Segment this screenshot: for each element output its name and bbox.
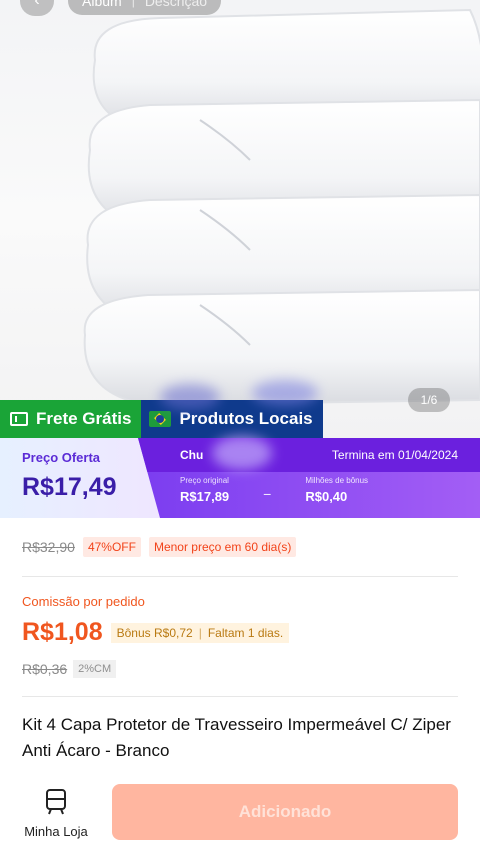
store-icon — [46, 789, 66, 815]
back-button[interactable]: ‹ — [20, 0, 54, 16]
bonus-label: Milhões de bônus — [305, 476, 369, 485]
original-price-col: Preço original R$17,89 — [180, 476, 229, 504]
tab-description[interactable]: Descrição — [145, 0, 207, 9]
commission-value: R$1,08 — [22, 618, 103, 646]
my-store-label: Minha Loja — [24, 824, 88, 839]
offer-price-label: Preço Oferta — [22, 450, 101, 465]
blur-overlay — [252, 380, 318, 406]
brazil-flag-icon — [149, 411, 172, 427]
list-price-row: R$32,90 47%OFF Menor preço em 60 dia(s) — [22, 537, 297, 557]
promo-end-date: Termina em 01/04/2024 — [331, 448, 458, 462]
product-badges: Frete Grátis Produtos Locais — [0, 400, 323, 438]
promo-breakdown: Preço original R$17,89 − Milhões de bônu… — [180, 476, 470, 504]
shipping-icon — [10, 412, 28, 426]
free-shipping-badge: Frete Grátis — [0, 400, 142, 438]
list-price: R$32,90 — [22, 539, 75, 555]
bonus-col: Milhões de bônus R$0,40 — [305, 476, 368, 504]
old-commission: R$0,36 — [22, 661, 68, 677]
product-title: Kit 4 Capa Protetor de Travesseiro Imper… — [22, 715, 451, 760]
divider — [22, 576, 458, 577]
commission-row: R$1,08 Bônus R$0,72 | Faltam 1 dias. — [22, 618, 290, 647]
product-image[interactable]: ‹ Álbum | Descrição 1/6 — [0, 0, 480, 438]
bottom-action-bar: Minha Loja Adicionado — [0, 780, 480, 848]
promo-header: Chu Termina em 01/04/2024 — [138, 438, 480, 472]
commission-bonus-badge: Bônus R$0,72 | Faltam 1 dias. — [110, 622, 290, 643]
free-shipping-label: Frete Grátis — [36, 409, 132, 428]
bonus-value: R$0,40 — [305, 489, 348, 504]
offer-price-block: Preço Oferta R$17,49 — [0, 438, 160, 518]
original-price-label: Preço original — [180, 476, 229, 485]
commission-label: Comissão por pedido — [22, 594, 145, 609]
product-detail-screen: ‹ Álbum | Descrição 1/6 Frete Grátis Pro… — [0, 0, 480, 848]
commission-rate: 2%CM — [73, 660, 117, 678]
promo-block: Chu Termina em 01/04/2024 Preço original… — [138, 438, 480, 518]
original-price-value: R$17,89 — [180, 489, 230, 504]
back-arrow-icon: ‹ — [34, 0, 40, 9]
tab-separator: | — [131, 0, 135, 8]
minus-icon: − — [263, 486, 272, 502]
lowest-price-badge: Menor preço em 60 dia(s) — [148, 537, 297, 557]
offer-price: R$17,49 — [22, 473, 117, 501]
pillows-illustration — [83, 8, 480, 407]
bonus-separator: | — [198, 625, 202, 640]
discount-badge: 47%OFF — [82, 537, 141, 557]
top-navigation: ‹ Álbum | Descrição — [20, 0, 222, 16]
blur-overlay — [160, 384, 220, 410]
my-store-button[interactable]: Minha Loja — [20, 788, 92, 839]
blur-overlay — [212, 436, 272, 470]
gallery-tabs: Álbum | Descrição — [68, 0, 222, 15]
local-products-label: Produtos Locais — [179, 409, 313, 428]
commission-rate-row: R$0,36 2%CM — [22, 660, 117, 678]
added-button[interactable]: Adicionado — [112, 784, 458, 840]
bonus-amount: Bônus R$0,72 — [116, 625, 193, 640]
divider — [22, 696, 458, 697]
tab-album[interactable]: Álbum — [82, 0, 122, 9]
bonus-remaining: Faltam 1 dias. — [207, 625, 284, 640]
image-counter: 1/6 — [408, 388, 450, 412]
promo-name: Chu — [180, 448, 204, 462]
